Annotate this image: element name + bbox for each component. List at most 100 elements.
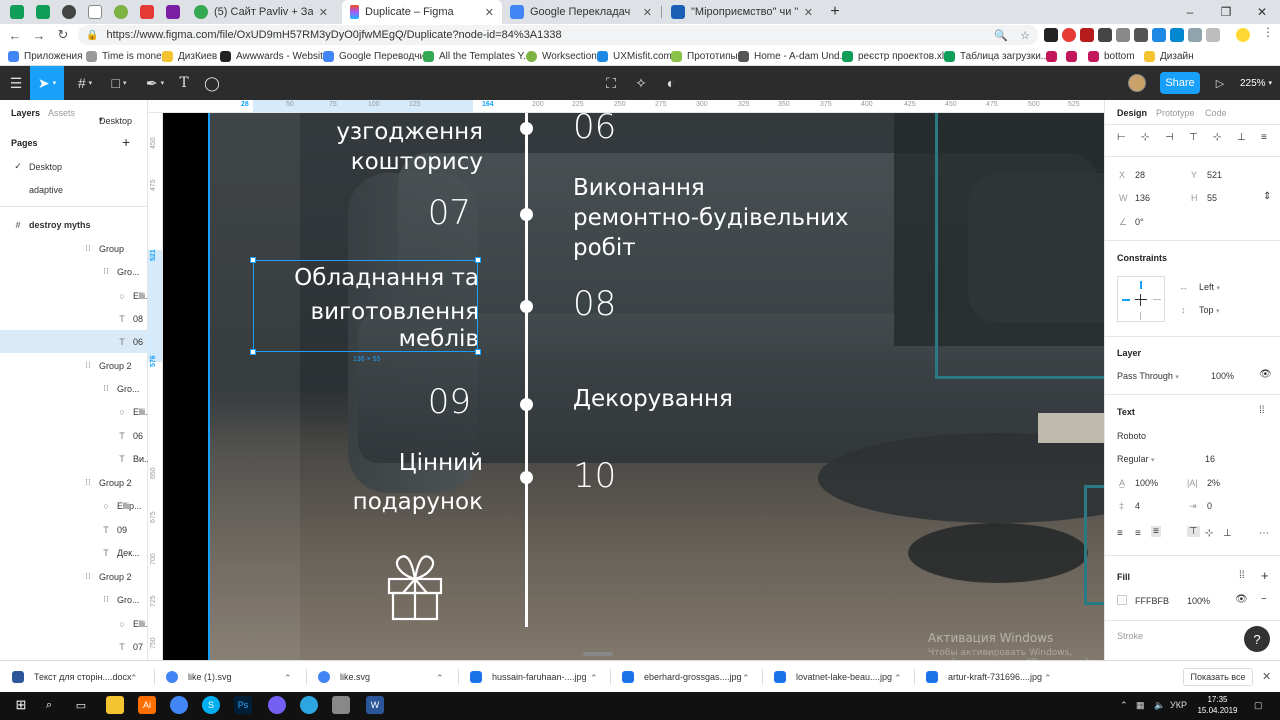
bookmark-item[interactable]: Awwwards - Websit... [220, 48, 331, 64]
bookmark-item[interactable]: Дизайн [1144, 48, 1194, 64]
pinned-tab-sheets-2[interactable] [34, 3, 52, 21]
file-explorer-icon[interactable] [106, 696, 124, 714]
extension-grey-icon[interactable] [1188, 28, 1202, 42]
timeline-line[interactable] [525, 113, 528, 627]
bookmark-star-icon[interactable]: ☆ [1020, 29, 1030, 42]
windows-start-icon[interactable]: ⊞ [12, 696, 30, 714]
tab-google-translate[interactable]: Google Перекладач ✕ [502, 0, 660, 24]
fill-styles-icon[interactable]: ⁞⁞ [1239, 570, 1245, 581]
eye-icon[interactable]: 👁 [1259, 369, 1272, 380]
tab-prototype[interactable]: Prototype [1156, 108, 1195, 118]
layer-row[interactable]: ⁝⁝ Gro... [0, 260, 148, 283]
zoom-icon[interactable]: 🔍 [994, 29, 1008, 42]
resize-handle[interactable] [475, 349, 481, 355]
step-label[interactable]: Виконання ремонтно-будівельних робіт [573, 173, 849, 263]
constraint-right[interactable] [1153, 299, 1161, 300]
photoshop-icon[interactable]: Ps [234, 696, 252, 714]
timeline-dot[interactable] [520, 398, 533, 411]
layer-row[interactable]: T 08 [0, 307, 148, 330]
close-icon[interactable]: ✕ [1262, 670, 1271, 683]
constrain-proportions-icon[interactable]: ⇕ [1263, 191, 1271, 202]
profile-avatar-icon[interactable] [1236, 28, 1250, 42]
font-weight-select[interactable]: Regular ▾ [1117, 454, 1155, 464]
step-label[interactable]: Декорування [573, 384, 733, 414]
align-center-v-icon[interactable]: ⊹ [1213, 132, 1221, 143]
vertical-align-middle-icon[interactable]: ⊹ [1205, 528, 1213, 539]
bookmark-item[interactable]: Home - A-dam Und... [738, 48, 848, 64]
bookmark-item[interactable]: UXMisfit.com [597, 48, 672, 64]
vertical-align-top-icon[interactable]: ⊤ [1187, 526, 1200, 537]
download-item[interactable]: artur-kraft-731696....jpg [926, 667, 1042, 687]
layer-row[interactable]: T Дек... [0, 541, 148, 564]
tab-close-icon[interactable]: ✕ [798, 6, 813, 19]
menu-icon[interactable]: ☰ [4, 66, 28, 100]
timeline-dot[interactable] [520, 122, 533, 135]
avatar[interactable] [1128, 74, 1146, 92]
frame-tool-icon[interactable]: # ▾ [70, 66, 100, 100]
pinned-tab-check[interactable] [112, 3, 130, 21]
opera-icon[interactable] [1062, 28, 1076, 42]
more-options-icon[interactable]: ⋯ [1259, 528, 1269, 539]
layer-row[interactable]: T 06 [0, 424, 148, 447]
chevron-up-icon[interactable]: ⌃ [742, 673, 750, 684]
layer-row[interactable]: T Ви... [0, 447, 148, 470]
gift-icon[interactable] [381, 553, 449, 621]
show-all-downloads-button[interactable]: Показать все [1183, 668, 1253, 686]
step-number[interactable]: 10 [573, 456, 616, 496]
bookmark-item[interactable]: Time is money [86, 48, 167, 64]
pen-tool-icon[interactable]: ✒ ▾ [140, 66, 170, 100]
layer-row[interactable]: ○ Ellip... [0, 494, 148, 517]
layer-row-selected[interactable]: T 06 [0, 330, 148, 353]
text-styles-icon[interactable]: ⁞⁞ [1259, 405, 1265, 416]
letter-spacing-field[interactable]: 2% [1207, 478, 1220, 488]
paragraph-indent-field[interactable]: 0 [1207, 501, 1212, 511]
component-icon[interactable]: ⛶ [600, 66, 622, 100]
resize-handle[interactable] [475, 257, 481, 263]
selection-box[interactable] [253, 260, 478, 352]
extension-red-icon[interactable] [1080, 28, 1094, 42]
tab-close-icon[interactable]: ✕ [313, 6, 328, 19]
page-item-desktop[interactable]: ✓ Desktop [0, 155, 148, 178]
viber-icon[interactable] [268, 696, 286, 714]
w-field[interactable]: 136 [1135, 193, 1150, 203]
distribute-icon[interactable]: ≡ [1261, 132, 1267, 143]
fill-hex-field[interactable]: FFFBFB [1135, 596, 1169, 606]
text-align-center-icon[interactable]: ≡ [1135, 528, 1141, 539]
add-page-icon[interactable]: + [122, 134, 130, 150]
new-tab-button[interactable]: + [822, 0, 848, 24]
skype-icon[interactable]: S [202, 696, 220, 714]
bookmark-item[interactable] [1046, 48, 1062, 64]
fill-opacity-field[interactable]: 100% [1187, 596, 1210, 606]
pinned-tab-doc[interactable] [86, 3, 104, 21]
forward-icon[interactable]: → [30, 26, 48, 44]
help-button[interactable]: ? [1244, 626, 1270, 652]
extension-note-icon[interactable] [1206, 28, 1220, 42]
page-item-adaptive[interactable]: adaptive [0, 178, 148, 201]
address-bar[interactable]: 🔒 https://www.figma.com/file/OxUD9mH57RM… [78, 25, 1038, 45]
horizontal-scrollbar[interactable] [583, 652, 613, 656]
pinned-tab-record[interactable] [60, 3, 78, 21]
extension-dark-icon[interactable] [1098, 28, 1112, 42]
pinned-tab-sheets[interactable] [8, 3, 26, 21]
vertical-align-bottom-icon[interactable]: ⊥ [1223, 528, 1232, 539]
bookmark-item[interactable]: ДизКиев [162, 48, 217, 64]
font-family-select[interactable]: Roboto [1117, 431, 1146, 441]
layer-row[interactable]: ○ Elli... [0, 284, 148, 307]
line-height-field[interactable]: 100% [1135, 478, 1158, 488]
tab-layers[interactable]: Layers [11, 108, 40, 118]
back-icon[interactable]: ← [6, 26, 24, 44]
app-icon[interactable] [332, 696, 350, 714]
minimize-button[interactable]: – [1172, 0, 1208, 24]
download-item[interactable]: Текст для сторін....docx [12, 667, 132, 687]
layer-row[interactable]: ⁝⁝ Gro... [0, 377, 148, 400]
volume-icon[interactable]: 🔈 [1154, 700, 1165, 711]
pinned-tab-b[interactable] [164, 3, 182, 21]
word-icon[interactable]: W [366, 696, 384, 714]
align-center-h-icon[interactable]: ⊹ [1141, 132, 1149, 143]
menu-dots-icon[interactable]: ⋮ [1262, 25, 1276, 39]
step-label[interactable]: узгодження кошторису [283, 117, 483, 177]
blend-mode-select[interactable]: Pass Through ▾ [1117, 371, 1179, 381]
constraint-left-active[interactable] [1122, 299, 1130, 301]
figma-canvas[interactable]: узгодження кошторису 06 07 Виконання рем… [163, 113, 1104, 660]
x-field[interactable]: 28 [1135, 170, 1145, 180]
